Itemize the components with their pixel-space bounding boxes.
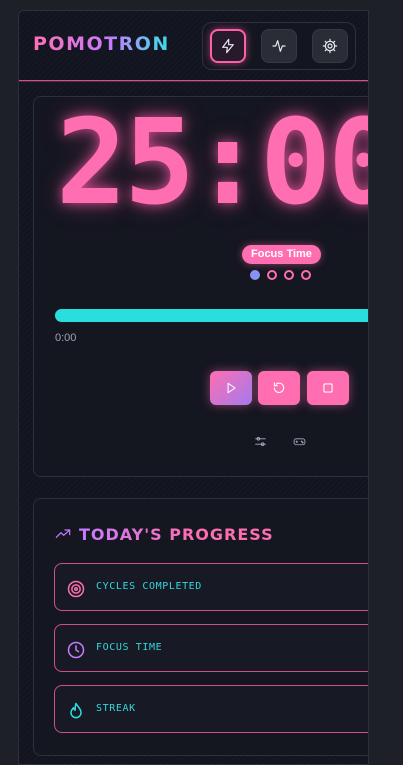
target-icon (63, 576, 89, 602)
cycle-dot (284, 270, 294, 280)
timer-progress-bar (55, 309, 368, 322)
timer-card: 25:00 Focus Time 0:00 (33, 93, 369, 477)
sliders-icon (254, 436, 266, 446)
cycle-dot (301, 270, 311, 280)
settings-button[interactable] (312, 29, 348, 63)
stat-label: STREAK (96, 703, 136, 714)
stat-streak: STREAK (54, 685, 368, 733)
progress-title-text: TODAY'S PROGRESS (79, 524, 274, 544)
header-button-group (202, 22, 356, 70)
stop-icon (323, 383, 333, 393)
timer-progress-fill (55, 309, 368, 322)
stat-focus-time: FOCUS TIME (54, 624, 368, 672)
activity-button[interactable] (261, 29, 297, 63)
sliders-button[interactable] (252, 433, 268, 449)
reset-icon (273, 382, 285, 394)
play-icon (227, 382, 236, 394)
gear-icon (322, 38, 338, 54)
play-button[interactable] (210, 371, 252, 405)
stat-label: FOCUS TIME (96, 642, 163, 653)
app-logo: POMOTRON (33, 33, 170, 55)
trending-up-icon (55, 529, 71, 538)
app-window: POMOTRON 25:00 Focus Time 0:00 TODAY'S P… (18, 10, 369, 765)
mode-badge: Focus Time (242, 245, 321, 264)
timer-display: 25:00 (56, 93, 369, 231)
flame-icon (63, 698, 89, 724)
stat-label: CYCLES COMPLETED (96, 581, 202, 592)
lightning-icon (222, 38, 234, 54)
stat-cycles-completed: CYCLES COMPLETED (54, 563, 368, 611)
cycle-dot (250, 270, 260, 280)
stop-button[interactable] (307, 371, 349, 405)
elapsed-time: 0:00 (55, 332, 77, 344)
header: POMOTRON (19, 11, 368, 81)
reset-button[interactable] (258, 371, 300, 405)
gamepad-button[interactable] (291, 433, 307, 449)
progress-title: TODAY'S PROGRESS (55, 524, 274, 544)
activity-icon (272, 40, 286, 52)
cycle-dot (267, 270, 277, 280)
progress-card: TODAY'S PROGRESS CYCLES COMPLETED FOCUS … (33, 498, 368, 756)
clock-icon (63, 637, 89, 663)
lightning-button[interactable] (210, 29, 246, 63)
gamepad-icon (293, 437, 305, 445)
